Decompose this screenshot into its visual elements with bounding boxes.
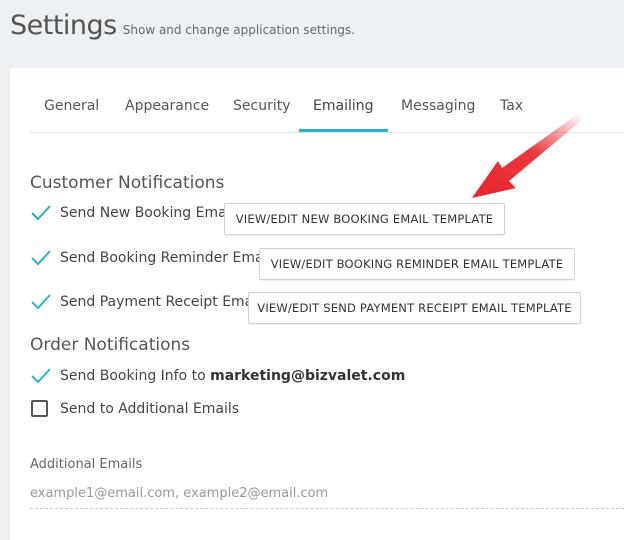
booking-info-email: marketing@bizvalet.com [210,368,406,384]
page-title: Settings [10,10,117,41]
settings-card: General Appearance Security Emailing Mes… [10,68,624,540]
additional-emails-input[interactable] [30,478,624,509]
customer-notifications-heading: Customer Notifications [30,173,225,193]
tab-messaging[interactable]: Messaging [387,98,489,132]
order-notifications-heading: Order Notifications [30,335,191,355]
page-header: Settings Show and change application set… [10,10,355,41]
booking-info-label: Send Booking Info to marketing@bizvalet.… [60,368,405,384]
check-icon [30,247,52,269]
payment-receipt-template-button[interactable]: VIEW/EDIT SEND PAYMENT RECEIPT EMAIL TEM… [248,292,581,324]
booking-info-toggle[interactable]: Send Booking Info to marketing@bizvalet.… [30,365,405,387]
tab-tax[interactable]: Tax [486,98,537,132]
booking-reminder-email-toggle[interactable]: Send Booking Reminder Email [30,247,271,269]
payment-receipt-email-toggle[interactable]: Send Payment Receipt Email [30,291,261,313]
settings-tabs: General Appearance Security Emailing Mes… [30,68,624,133]
booking-reminder-template-button[interactable]: VIEW/EDIT BOOKING REMINDER EMAIL TEMPLAT… [259,248,575,280]
payment-receipt-email-label: Send Payment Receipt Email [60,294,262,310]
new-booking-email-label: Send New Booking Email [60,205,235,221]
tab-appearance[interactable]: Appearance [111,98,223,132]
new-booking-template-button[interactable]: VIEW/EDIT NEW BOOKING EMAIL TEMPLATE [224,203,505,235]
check-icon [30,291,52,313]
tab-general[interactable]: General [30,98,113,132]
tab-emailing[interactable]: Emailing [299,98,388,132]
booking-info-text: Send Booking Info to [60,368,211,384]
additional-emails-label: Additional Emails [30,457,143,472]
additional-emails-toggle[interactable]: Send to Additional Emails [30,400,239,417]
new-booking-email-toggle[interactable]: Send New Booking Email [30,202,234,224]
checkbox-empty-icon[interactable] [31,400,48,417]
booking-reminder-email-label: Send Booking Reminder Email [60,250,272,266]
tab-security[interactable]: Security [219,98,305,132]
check-icon [30,202,52,224]
page-subtitle: Show and change application settings. [122,23,355,37]
additional-emails-toggle-label: Send to Additional Emails [60,400,240,417]
check-icon [30,365,52,387]
